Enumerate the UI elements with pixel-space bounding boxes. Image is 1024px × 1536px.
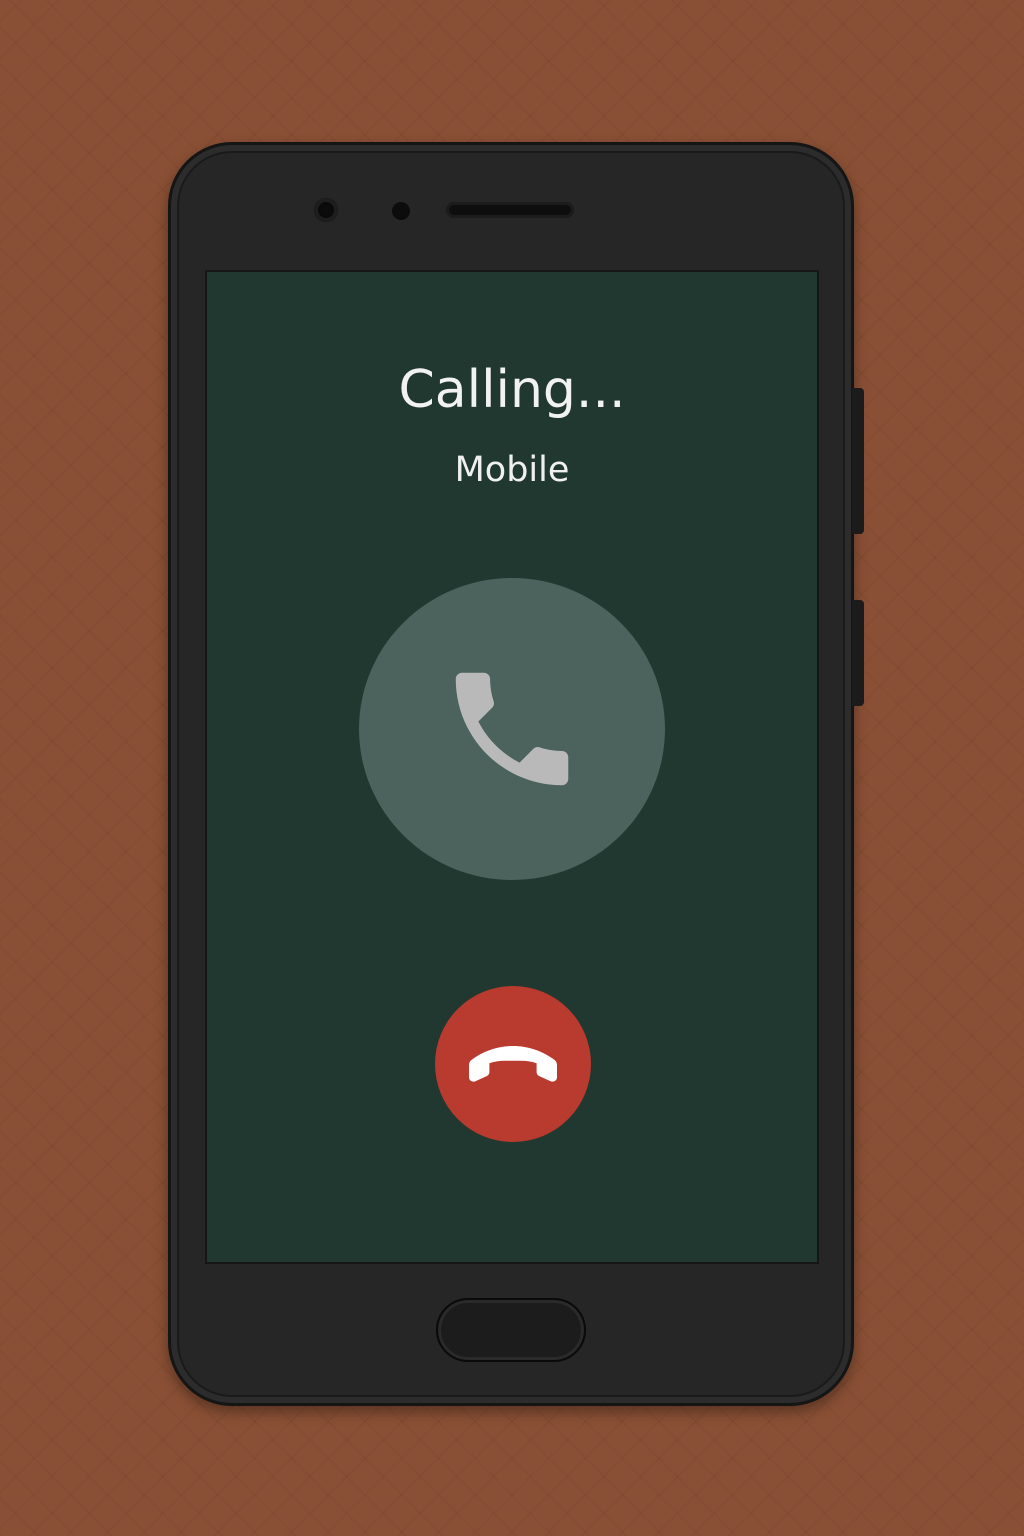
power-button[interactable] [852, 600, 864, 706]
phone-hangup-icon [469, 1046, 557, 1082]
front-camera [314, 198, 338, 222]
call-line-label: Mobile [454, 450, 570, 490]
volume-button[interactable] [852, 388, 864, 534]
caller-avatar-circle [359, 578, 665, 880]
earpiece-speaker [446, 202, 574, 218]
proximity-sensor [392, 202, 410, 220]
end-call-button[interactable] [435, 986, 591, 1142]
home-button[interactable] [436, 1298, 586, 1362]
call-screen: Calling... Mobile [205, 270, 819, 1264]
phone-icon [455, 672, 569, 786]
call-status-title: Calling... [398, 360, 626, 420]
